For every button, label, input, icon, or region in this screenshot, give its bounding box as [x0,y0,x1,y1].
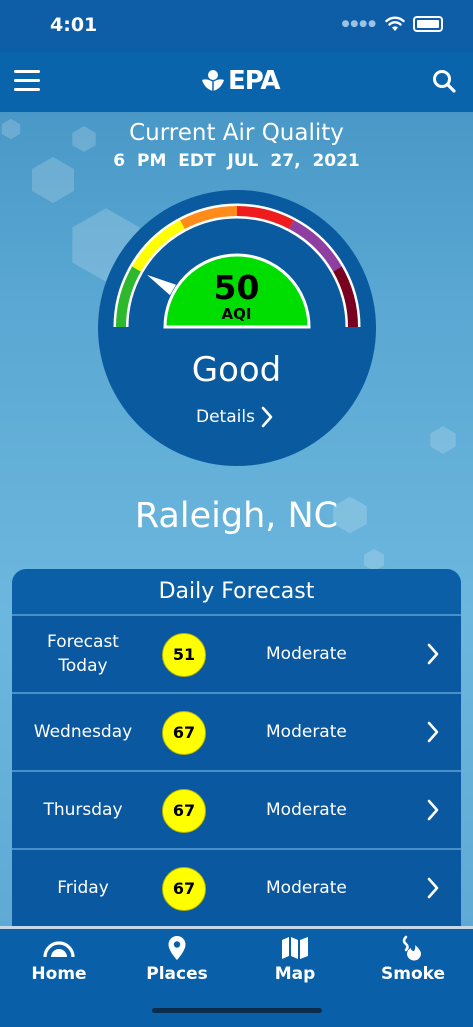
forecast-row-wednesday[interactable]: Wednesday 67 Moderate [12,692,461,770]
current-aqi-label: AQI [221,305,252,323]
battery-icon [413,16,443,32]
forecast-day-label: Friday [57,878,109,898]
chevron-right-icon [427,721,439,743]
epa-flower-icon [202,70,224,91]
tab-smoke[interactable]: Smoke [358,935,468,984]
tab-label: Home [31,964,87,984]
gauge-icon [43,941,75,958]
forecast-row-today[interactable]: Forecast Today 51 Moderate [12,614,461,692]
wifi-icon [385,16,405,31]
tab-places[interactable]: Places [122,935,232,984]
current-aqi-value: 50 [213,268,260,307]
epa-logo: EPA [200,66,281,96]
tab-map[interactable]: Map [240,935,350,984]
forecast-aqi-badge: 67 [162,789,206,833]
current-timestamp: 6 PM EDT JUL 27, 2021 [0,151,473,171]
chevron-right-icon [427,643,439,665]
app-header: EPA [0,52,473,112]
signal-icon: ●●●● [341,19,377,29]
forecast-aqi-badge: 51 [162,633,206,677]
forecast-category: Moderate [266,644,347,664]
forecast-row-thursday[interactable]: Thursday 67 Moderate [12,770,461,848]
status-time: 4:01 [50,14,98,36]
smoke-fire-icon [402,935,422,961]
status-icons: ●●●● [342,16,443,32]
tab-label: Places [146,964,208,984]
forecast-category: Moderate [266,800,347,820]
chevron-right-icon [427,877,439,899]
tab-home[interactable]: Home [4,935,114,984]
tab-label: Map [274,964,316,984]
tab-label: Smoke [380,964,445,984]
chevron-right-icon [427,799,439,821]
status-bar: 4:01 ●●●● [0,0,473,52]
forecast-category: Moderate [266,722,347,742]
forecast-day-label: Forecast Today [12,630,154,678]
current-time: 6 PM EDT [113,151,216,171]
forecast-day-label: Wednesday [33,722,133,742]
location-name[interactable]: Raleigh, NC [0,496,473,536]
forecast-aqi-badge: 67 [162,867,206,911]
hamburger-menu-icon[interactable] [14,70,40,92]
logo-text: EPA [228,66,281,96]
details-label: Details [196,407,255,427]
forecast-row-friday[interactable]: Friday 67 Moderate [12,848,461,926]
forecast-category: Moderate [266,878,347,898]
current-aqi-category: Good [191,350,282,390]
current-air-quality-title: Current Air Quality [129,120,344,146]
map-icon [282,937,308,959]
chevron-right-icon [261,406,273,428]
home-indicator [152,1008,322,1013]
current-date: JUL 27, 2021 [227,151,360,171]
search-icon[interactable] [431,68,457,94]
daily-forecast-title: Daily Forecast [158,579,315,604]
location-pin-icon [168,936,186,960]
daily-forecast-card: Daily Forecast Forecast Today 51 Moderat… [12,569,461,929]
forecast-day-label: Thursday [43,800,123,820]
forecast-day-text: Forecast Today [47,632,119,676]
forecast-aqi-badge: 67 [162,711,206,755]
details-link[interactable]: Details [196,406,273,428]
background-hexagon-icon [430,426,456,454]
